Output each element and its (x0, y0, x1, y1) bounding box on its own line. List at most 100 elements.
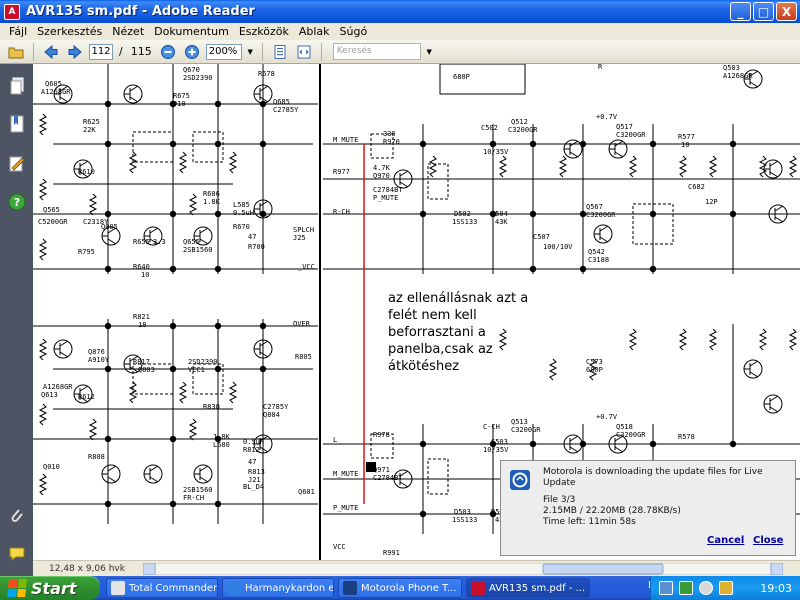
dashed-component-box (427, 458, 449, 495)
menu-file[interactable]: Fájl (4, 25, 32, 38)
toolbar: 112 / 115 200% ▼ Keresés ▼ (0, 40, 800, 64)
junction-dot (489, 140, 497, 148)
page-number-input[interactable]: 112 (89, 43, 113, 60)
next-page-icon[interactable] (65, 42, 85, 62)
schematic-label: C5200GR (38, 218, 68, 226)
previous-page-icon[interactable] (41, 42, 61, 62)
cancel-link[interactable]: Cancel (707, 535, 744, 546)
junction-dot (214, 140, 222, 148)
start-button[interactable]: Start (0, 576, 100, 600)
schematic-label: C3200GR (508, 126, 538, 134)
help-icon[interactable]: ? (7, 192, 27, 212)
menu-edit[interactable]: Szerkesztés (32, 25, 107, 38)
junction-dot (214, 265, 222, 273)
schematic-label: 2SD2390 (188, 358, 218, 366)
resistor-symbol (188, 193, 198, 216)
taskbar: Start Total Commander... Harmanykardon e… (0, 576, 800, 600)
close-button[interactable]: X (776, 2, 797, 21)
junction-dot (214, 322, 222, 330)
junction-dot (579, 440, 587, 448)
zoom-out-icon[interactable] (158, 42, 178, 62)
schematic-label: 100/10V (543, 243, 573, 251)
schematic-label: 1.8K (213, 433, 231, 441)
open-folder-icon[interactable] (6, 42, 26, 62)
junction-dot (104, 100, 112, 108)
task-label: AVR135 sm.pdf - ... (489, 582, 586, 594)
schematic-label: 2SB1560 (183, 486, 213, 494)
junction-dot (729, 140, 737, 148)
attachments-icon[interactable] (7, 506, 27, 526)
menu-window[interactable]: Ablak (294, 25, 335, 38)
search-input[interactable]: Keresés (332, 43, 421, 60)
junction-dot (419, 210, 427, 218)
zoom-level-input[interactable]: 200% (205, 43, 242, 60)
schematic-label: C503 (491, 438, 508, 446)
schematic-label: R795 (78, 248, 95, 256)
maximize-button[interactable]: □ (753, 2, 774, 21)
fit-page-icon[interactable] (270, 42, 290, 62)
pages-icon[interactable] (7, 76, 27, 96)
system-tray: 19:03 (650, 576, 800, 600)
tray-shield-icon[interactable] (719, 581, 733, 595)
schematic-label: P_MUTE (333, 504, 358, 512)
menu-document[interactable]: Dokumentum (149, 25, 234, 38)
menu-help[interactable]: Súgó (335, 25, 373, 38)
tray-network-icon[interactable] (659, 581, 673, 595)
window-title: AVR135 sm.pdf - Adobe Reader (26, 4, 255, 19)
junction-dot (214, 365, 222, 373)
task-motorola-phone-tools[interactable]: Motorola Phone T... (338, 578, 462, 598)
menu-bar: Fájl Szerkesztés Nézet Dokumentum Eszköz… (0, 23, 800, 40)
resistor-symbol (188, 418, 198, 441)
zoom-in-icon[interactable] (182, 42, 202, 62)
schematic-label: 680P (586, 366, 603, 374)
minimize-button[interactable]: _ (730, 2, 751, 21)
schematic-label: +0.7V (596, 413, 618, 421)
menu-view[interactable]: Nézet (107, 25, 149, 38)
schematic-label: Q503 (723, 64, 740, 72)
resistor-symbol (38, 113, 48, 136)
task-browser[interactable]: Harmanykardon e... (222, 578, 334, 598)
schematic-label: C2784BT (373, 186, 403, 194)
schematic-label: R-CH (333, 208, 350, 216)
search-dropdown-icon[interactable]: ▼ (425, 44, 434, 60)
tray-volume-icon[interactable] (699, 581, 713, 595)
resistor-symbol (678, 155, 688, 178)
schematic-label: 10 (141, 271, 149, 279)
schematic-label: D503 (454, 508, 471, 516)
junction-dot (104, 265, 112, 273)
task-adobe-reader[interactable]: AVR135 sm.pdf - ... (466, 578, 590, 598)
schematic-label: R813 (248, 468, 265, 476)
resistor-symbol (88, 418, 98, 441)
comments-icon[interactable] (7, 544, 27, 564)
start-label: Start (31, 578, 77, 598)
task-total-commander[interactable]: Total Commander... (106, 578, 218, 598)
close-link[interactable]: Close (753, 535, 783, 546)
junction-dot (104, 210, 112, 218)
page-separator: / (119, 45, 123, 58)
schematic-label: Q512 (511, 118, 528, 126)
fit-width-icon[interactable] (294, 42, 314, 62)
junction-dot (169, 265, 177, 273)
schematic-label: R610 (78, 168, 95, 176)
horizontal-scrollbar[interactable] (143, 563, 783, 575)
signatures-icon[interactable] (7, 154, 27, 174)
resistor-symbol (228, 381, 238, 404)
schematic-label: OVER (293, 320, 311, 328)
junction-dot (214, 100, 222, 108)
schematic-label: Q670 (183, 66, 200, 74)
bookmarks-icon[interactable] (7, 114, 27, 134)
schematic-label: R991 (383, 549, 400, 557)
annotation-text: az ellenállásnak azt a felét nem kell be… (388, 291, 529, 374)
svg-text:?: ? (14, 196, 20, 209)
schematic-label: 12P (705, 198, 718, 206)
zoom-dropdown-icon[interactable]: ▼ (246, 44, 255, 60)
schematic-label: J25 (293, 234, 306, 242)
junction-dot (529, 210, 537, 218)
tray-app-icon[interactable] (679, 581, 693, 595)
schematic-label: R675 (173, 92, 190, 100)
schematic-label: 2SD2390 (183, 74, 213, 82)
notification-title: Motorola is downloading the update files… (543, 467, 763, 488)
junction-dot (104, 140, 112, 148)
menu-tools[interactable]: Eszközök (234, 25, 294, 38)
clock[interactable]: 19:03 (760, 582, 792, 595)
